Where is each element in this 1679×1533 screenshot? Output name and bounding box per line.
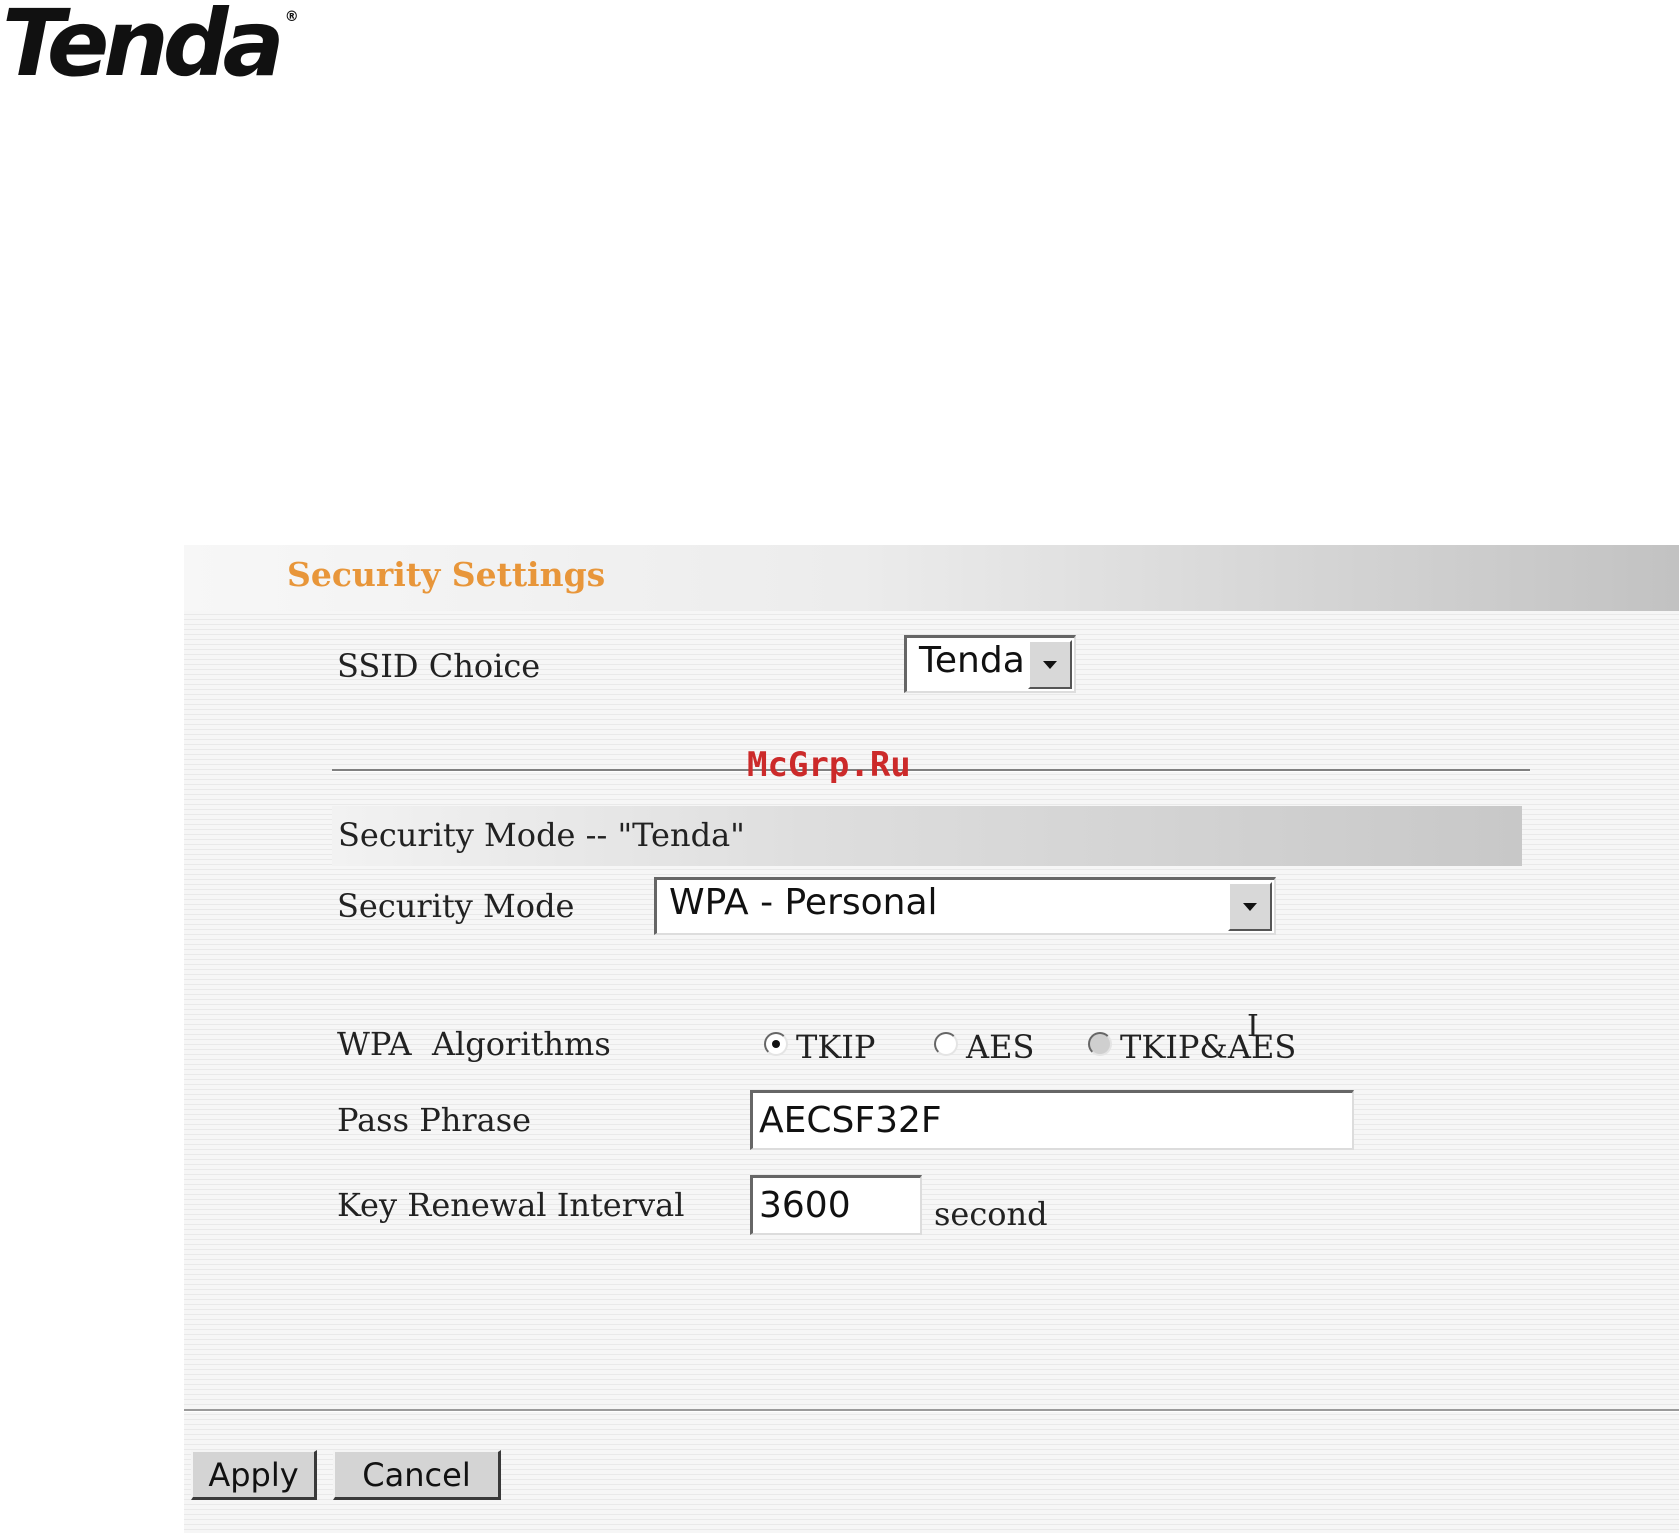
- ssid-choice-value: Tenda: [919, 640, 1025, 681]
- security-mode-section-header: Security Mode -- "Tenda": [332, 806, 1522, 866]
- key-renewal-interval-input[interactable]: [750, 1175, 922, 1235]
- wpa-algorithms-label: WPA Algorithms: [337, 1025, 611, 1063]
- radio-aes-indicator[interactable]: [934, 1032, 958, 1056]
- security-settings-panel: Security Settings SSID Choice Tenda Secu…: [184, 545, 1679, 1533]
- radio-aes-label: AES: [966, 1028, 1035, 1066]
- radio-tkip-aes-indicator[interactable]: [1088, 1032, 1112, 1056]
- apply-button[interactable]: Apply: [191, 1450, 317, 1500]
- radio-tkip-aes-label: TKIP&AES: [1120, 1028, 1297, 1066]
- chevron-down-icon[interactable]: [1228, 882, 1272, 931]
- key-renewal-interval-label: Key Renewal Interval: [337, 1186, 685, 1224]
- page-title: Security Settings: [287, 555, 606, 594]
- tenda-logo: Tenda ®: [2, 0, 299, 90]
- key-renewal-unit: second: [934, 1195, 1048, 1233]
- ssid-choice-label: SSID Choice: [337, 647, 541, 685]
- cancel-button[interactable]: Cancel: [333, 1450, 501, 1500]
- pass-phrase-input[interactable]: [750, 1090, 1354, 1150]
- ssid-choice-select[interactable]: Tenda: [904, 635, 1076, 693]
- chevron-down-icon[interactable]: [1028, 640, 1072, 689]
- footer-divider: [184, 1409, 1679, 1412]
- radio-tkip-indicator[interactable]: [764, 1032, 788, 1056]
- panel-header: Security Settings: [184, 545, 1679, 611]
- registered-mark: ®: [284, 9, 299, 25]
- watermark-text: McGrp.Ru: [747, 745, 911, 785]
- section-divider: [332, 769, 1530, 772]
- logo-text: Tenda: [2, 0, 285, 97]
- security-mode-label: Security Mode: [337, 887, 575, 925]
- section-title: Security Mode -- "Tenda": [338, 816, 745, 854]
- radio-tkip-label: TKIP: [796, 1028, 876, 1066]
- security-mode-value: WPA - Personal: [669, 882, 938, 923]
- security-mode-select[interactable]: WPA - Personal: [654, 877, 1276, 935]
- pass-phrase-label: Pass Phrase: [337, 1101, 532, 1139]
- text-cursor-icon: I: [1247, 1009, 1259, 1044]
